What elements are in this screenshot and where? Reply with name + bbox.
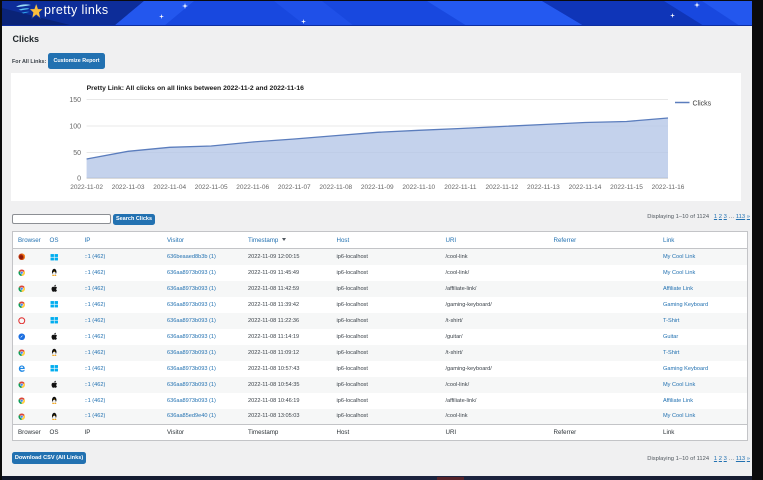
svg-text:2022-11-04: 2022-11-04 xyxy=(153,184,186,191)
svg-text:2022-11-05: 2022-11-05 xyxy=(195,184,228,191)
svg-text:100: 100 xyxy=(69,124,81,131)
svg-text:2022-11-14: 2022-11-14 xyxy=(569,184,602,191)
svg-text:Clicks: Clicks xyxy=(693,101,712,108)
svg-text:2022-11-15: 2022-11-15 xyxy=(610,184,643,191)
svg-text:2022-11-08: 2022-11-08 xyxy=(319,184,352,191)
svg-text:2022-11-02: 2022-11-02 xyxy=(70,184,103,191)
svg-text:Pretty Link: All clicks on all: Pretty Link: All clicks on all links bet… xyxy=(87,85,305,92)
svg-text:150: 150 xyxy=(69,97,81,104)
svg-text:2022-11-09: 2022-11-09 xyxy=(361,184,394,191)
svg-text:2022-11-13: 2022-11-13 xyxy=(527,184,560,191)
svg-text:50: 50 xyxy=(73,150,81,157)
svg-text:2022-11-06: 2022-11-06 xyxy=(236,184,269,191)
svg-text:2022-11-11: 2022-11-11 xyxy=(444,184,477,191)
svg-text:2022-11-10: 2022-11-10 xyxy=(402,184,435,191)
svg-text:2022-11-03: 2022-11-03 xyxy=(112,184,145,191)
svg-text:2022-11-07: 2022-11-07 xyxy=(278,184,311,191)
svg-text:2022-11-12: 2022-11-12 xyxy=(486,184,519,191)
svg-text:2022-11-16: 2022-11-16 xyxy=(652,184,685,191)
svg-text:0: 0 xyxy=(77,176,81,183)
